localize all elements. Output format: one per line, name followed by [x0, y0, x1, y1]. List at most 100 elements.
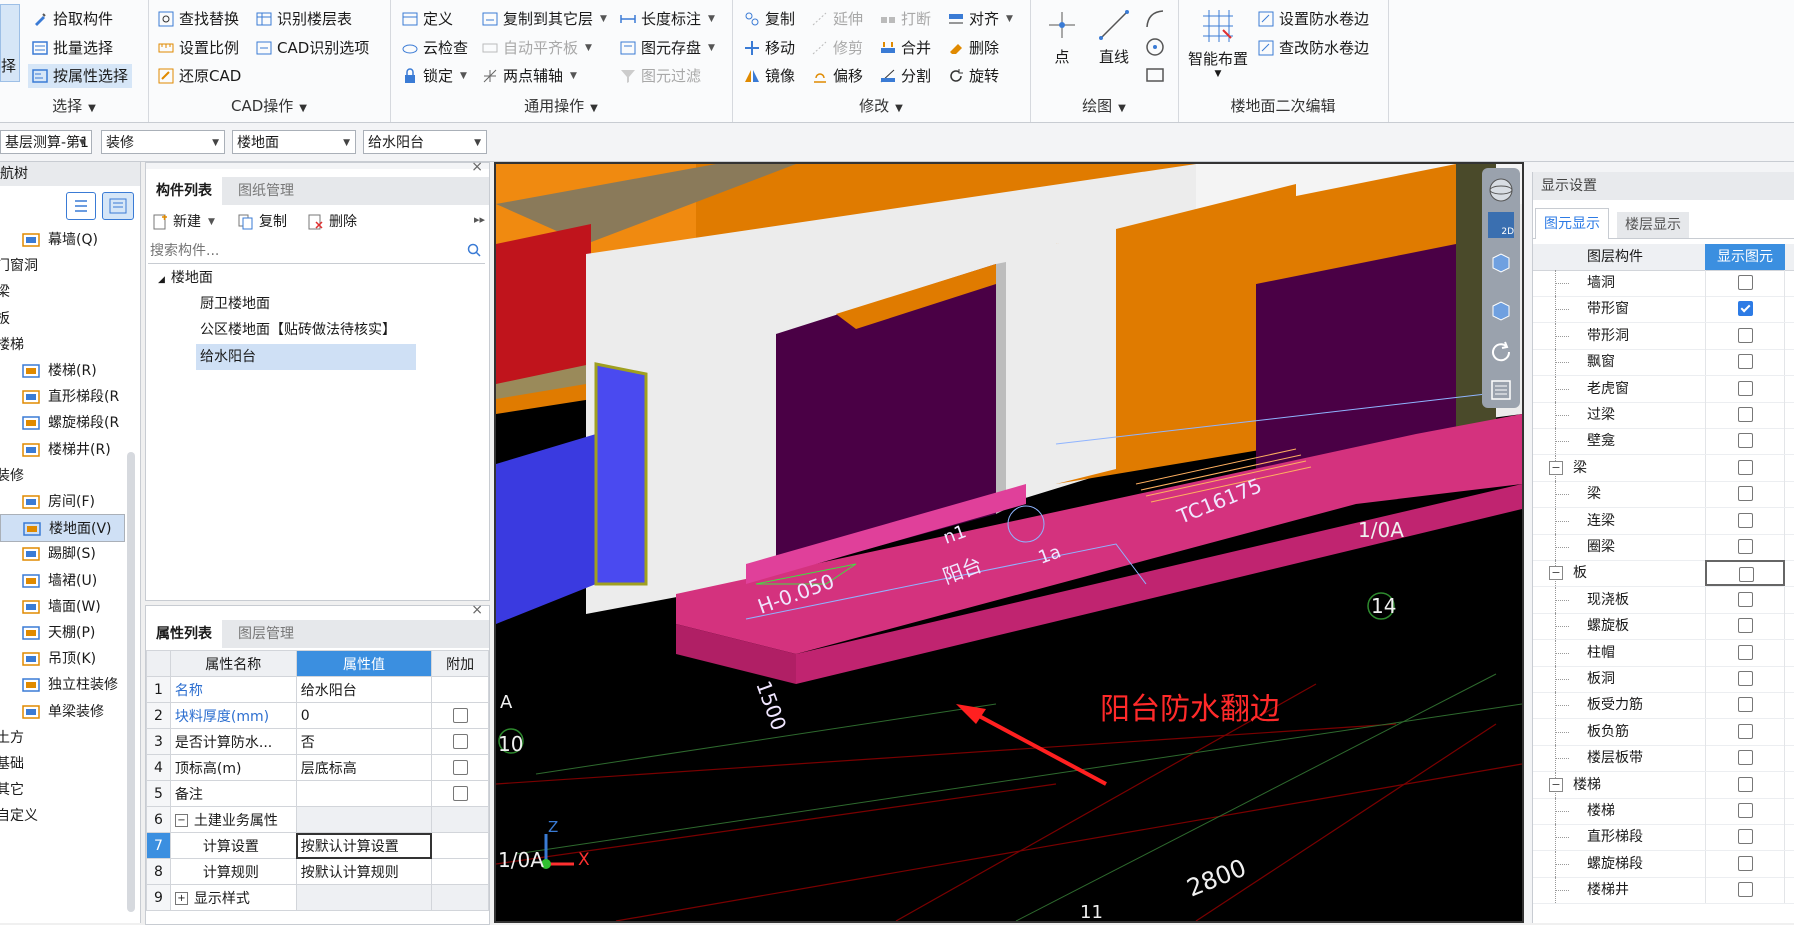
- pick-component-button[interactable]: 拾取构件: [32, 7, 113, 31]
- sidebar-item[interactable]: 板: [0, 305, 125, 333]
- property-row[interactable]: 1 名称 给水阳台: [146, 676, 489, 703]
- extra-checkbox[interactable]: [452, 734, 468, 749]
- layer-row[interactable]: 柱帽: [1533, 639, 1794, 667]
- layer-row[interactable]: 飘窗: [1533, 349, 1794, 377]
- list-view-button[interactable]: [66, 192, 96, 220]
- show-element-checkbox[interactable]: [1739, 567, 1754, 583]
- layer-row[interactable]: 墙洞: [1533, 270, 1794, 297]
- 3d-scene[interactable]: H-0.050 n1 阳台 1a TC16175 1500: [496, 164, 1522, 921]
- category-selector[interactable]: 装修 ▼: [101, 130, 225, 154]
- property-row[interactable]: 3 是否计算防水... 否: [146, 728, 489, 755]
- property-value[interactable]: 按默认计算设置: [295, 832, 433, 859]
- sidebar-item[interactable]: 独立柱装修: [0, 671, 125, 699]
- property-value[interactable]: 0: [295, 702, 433, 729]
- collapse-icon[interactable]: −: [1549, 566, 1563, 581]
- align-button[interactable]: 对齐 ▼: [948, 7, 1013, 31]
- show-element-checkbox[interactable]: [1738, 433, 1753, 449]
- component-selector[interactable]: 给水阳台 ▼: [363, 130, 487, 154]
- sidebar-item[interactable]: 房间(F): [0, 488, 125, 516]
- collapse-icon[interactable]: −: [174, 814, 188, 827]
- property-value[interactable]: 给水阳台: [295, 676, 433, 703]
- close-icon[interactable]: ×: [471, 159, 483, 175]
- sidebar-item[interactable]: 门窗洞: [0, 252, 125, 280]
- sidebar-item[interactable]: 楼地面(V): [0, 514, 125, 543]
- show-element-checkbox[interactable]: [1738, 301, 1753, 317]
- layer-row[interactable]: 过梁: [1533, 402, 1794, 429]
- property-row[interactable]: 4 顶标高(m) 层底标高: [146, 754, 489, 781]
- tab-drawing-management[interactable]: 图纸管理: [228, 177, 304, 205]
- sidebar-item[interactable]: 楼梯井(R): [0, 436, 125, 464]
- tab-element-display[interactable]: 图元显示: [1535, 208, 1609, 239]
- cube-icon[interactable]: [1487, 248, 1515, 276]
- lock-button[interactable]: 锁定 ▼: [402, 64, 467, 88]
- tab-layer-management[interactable]: 图层管理: [228, 620, 304, 648]
- set-scale-button[interactable]: 设置比例: [158, 36, 239, 60]
- layer-row[interactable]: 板负筋: [1533, 718, 1794, 746]
- layer-row[interactable]: 板受力筋: [1533, 692, 1794, 720]
- delete-button[interactable]: 删除: [948, 36, 999, 60]
- show-element-checkbox[interactable]: [1738, 618, 1753, 634]
- show-element-checkbox[interactable]: [1738, 275, 1753, 290]
- show-element-checkbox[interactable]: [1738, 354, 1753, 370]
- break-button[interactable]: 打断: [880, 7, 931, 31]
- show-element-checkbox[interactable]: [1738, 539, 1753, 554]
- sidebar-item[interactable]: 墙裙(U): [0, 567, 125, 595]
- layer-row[interactable]: 带形窗: [1533, 296, 1794, 324]
- close-icon[interactable]: ×: [471, 602, 483, 618]
- rotate-view-icon[interactable]: [1487, 338, 1515, 366]
- batch-select-button[interactable]: 批量选择: [32, 36, 113, 60]
- sidebar-item[interactable]: 自定义: [0, 802, 125, 830]
- split-button[interactable]: 分割: [880, 64, 931, 88]
- new-button[interactable]: 新建 ▼: [152, 210, 215, 234]
- cad-options-button[interactable]: CAD识别选项: [256, 36, 369, 60]
- sidebar-item[interactable]: 楼梯: [0, 331, 125, 359]
- copy-button[interactable]: 复制: [744, 7, 795, 31]
- cloud-check-button[interactable]: 云检查: [402, 36, 468, 60]
- layer-row[interactable]: 梁: [1533, 481, 1794, 509]
- tab-floor-display[interactable]: 楼层显示: [1617, 212, 1689, 238]
- extra-checkbox[interactable]: [452, 708, 468, 723]
- property-row[interactable]: 9 + 显示样式: [146, 884, 489, 911]
- tab-property-list[interactable]: 属性列表: [146, 620, 222, 648]
- smart-layout-button[interactable]: 智能布置 ▼: [1186, 8, 1250, 88]
- property-value[interactable]: [295, 884, 433, 911]
- property-row[interactable]: 2 块料厚度(mm) 0: [146, 702, 489, 729]
- sidebar-item[interactable]: 梁: [0, 278, 125, 306]
- show-element-checkbox[interactable]: [1738, 855, 1753, 871]
- sidebar-item[interactable]: 直形梯段(R: [0, 383, 125, 411]
- mirror-button[interactable]: 镜像: [744, 64, 795, 88]
- layer-row[interactable]: 螺旋板: [1533, 613, 1794, 641]
- sidebar-item[interactable]: 螺旋梯段(R: [0, 409, 125, 437]
- property-value[interactable]: 按默认计算规则: [295, 858, 433, 885]
- box-view-icon[interactable]: [1487, 296, 1515, 324]
- arc-icon[interactable]: [1144, 8, 1166, 30]
- two-point-axis-button[interactable]: 两点辅轴 ▼: [482, 64, 577, 88]
- find-replace-button[interactable]: 查找替换: [158, 7, 239, 31]
- rectangle-icon[interactable]: [1144, 64, 1166, 86]
- tree-root[interactable]: ◢ 楼地面: [158, 267, 213, 287]
- layer-row[interactable]: 楼梯井: [1533, 877, 1794, 905]
- globe-icon[interactable]: [1487, 176, 1515, 204]
- sidebar-item[interactable]: 其它: [0, 776, 125, 804]
- offset-button[interactable]: 偏移: [812, 64, 863, 88]
- layer-row[interactable]: 楼梯: [1533, 798, 1794, 825]
- view-2d-button[interactable]: 2D: [1488, 212, 1514, 238]
- tree-item-water-balcony[interactable]: 给水阳台: [196, 344, 416, 370]
- select-big-button[interactable]: 择: [0, 4, 20, 82]
- sidebar-item[interactable]: 吊顶(K): [0, 645, 125, 673]
- tree-item-kitchen-floor[interactable]: 厨卫楼地面: [200, 293, 270, 315]
- property-row[interactable]: 8 计算规则 按默认计算规则: [146, 858, 489, 885]
- property-value[interactable]: 层底标高: [295, 754, 433, 781]
- layer-panel-icon[interactable]: [1487, 376, 1515, 404]
- layer-row[interactable]: 连梁: [1533, 507, 1794, 535]
- floor-selector[interactable]: 基层测算-第1 ▼: [0, 130, 92, 154]
- tree-item-public-floor[interactable]: 公区楼地面【贴砖做法待核实】: [200, 319, 396, 341]
- tab-component-list[interactable]: 构件列表: [146, 177, 222, 205]
- copy-to-other-floor-button[interactable]: 复制到其它层 ▼: [482, 7, 607, 31]
- delete-component-button[interactable]: 删除: [308, 210, 357, 234]
- extra-checkbox[interactable]: [452, 786, 468, 801]
- modify-waterproof-edge-button[interactable]: 查改防水卷边: [1258, 36, 1369, 60]
- sidebar-item[interactable]: 天棚(P): [0, 619, 125, 647]
- trim-button[interactable]: 修剪: [812, 36, 863, 60]
- show-element-checkbox[interactable]: [1738, 671, 1753, 686]
